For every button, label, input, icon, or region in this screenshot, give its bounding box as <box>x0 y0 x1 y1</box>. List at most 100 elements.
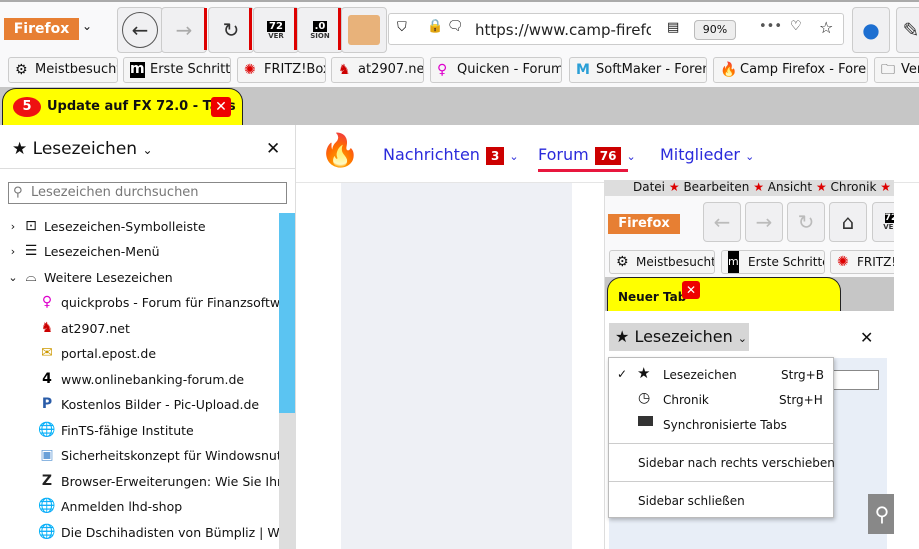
bookmark-fritzbox[interactable]: ✺ FRITZ!Box <box>237 57 326 83</box>
menu-item-move-sidebar[interactable]: Sidebar nach rechts verschieben <box>638 456 835 470</box>
version-button-2[interactable]: .0 SION <box>297 7 343 53</box>
badge: 3 <box>485 147 505 165</box>
bookmark-item[interactable]: Z Browser-Erweiterungen: Wie Sie Ihren <box>0 469 280 494</box>
lock-icon: 🔒 <box>427 19 444 34</box>
firefox-label: Firefox <box>608 214 680 234</box>
shortcut: Strg+H <box>779 393 823 407</box>
bookmark-softmaker[interactable]: M SoftMaker - Foren <box>569 57 707 83</box>
forward-button[interactable]: → <box>161 7 207 53</box>
bookmark-label: Quicken - Forum <box>457 62 562 77</box>
menu-item-synced-tabs[interactable]: Synchronisierte Tabs <box>663 418 787 432</box>
bookmark-label: Ver <box>901 62 919 77</box>
bookmark-item[interactable]: 🌐 Die Dschihadisten von Bümpliz | WOZ <box>0 520 280 545</box>
tray-icon: ⌓ <box>25 269 37 285</box>
bookmark-item[interactable]: P Kostenlos Bilder - Pic-Upload.de <box>0 392 280 417</box>
pocket-icon[interactable]: ♡ <box>790 19 802 34</box>
chevron-down-icon[interactable]: ⌄ <box>82 19 92 33</box>
nav-forum[interactable]: Forum 76 ⌄ <box>538 145 636 165</box>
menu-item-chronik[interactable]: Chronik <box>663 393 709 407</box>
tab-strip: 5 Update auf FX 72.0 - Tabs ✕ <box>0 87 919 125</box>
bookmark: m Erste Schritte <box>721 250 825 274</box>
bookmark-search-input[interactable]: ⚲ Lesezeichen durchsuchen <box>8 182 287 204</box>
pic-upload-icon: P <box>41 396 53 412</box>
bookmark-item[interactable]: 4 www.onlinebanking-forum.de <box>0 367 280 392</box>
sidebar-context-menu: ✓ ★ Lesezeichen Strg+B ◷ Chronik Strg+H … <box>608 357 835 518</box>
bookmark-item[interactable]: 🌐 Anmelden lhd-shop <box>0 494 280 519</box>
folder-row[interactable]: › ☰ Lesezeichen-Menü <box>0 239 280 264</box>
bookmark-label: Kostenlos Bilder - Pic-Upload.de <box>61 397 260 412</box>
reader-view-icon[interactable]: ▤ <box>667 20 679 35</box>
notes-button[interactable]: ✎ <box>896 7 919 53</box>
tab-active[interactable]: 5 Update auf FX 72.0 - Tabs ✕ <box>2 88 243 125</box>
bookmark-label: portal.epost.de <box>61 346 157 361</box>
zoom-level[interactable]: 90% <box>694 20 736 40</box>
checkmark-icon: ✓ <box>617 367 628 381</box>
version-number: .0 <box>312 20 328 32</box>
site-logo[interactable]: 🔥 <box>320 131 360 169</box>
bookmark-label: Sicherheitskonzept für Windowsnutzer <box>61 448 280 463</box>
folder-row[interactable]: › ⊡ Lesezeichen-Symbolleiste <box>0 214 280 239</box>
star-icon: ★ <box>12 139 28 159</box>
shortcut: Strg+B <box>781 368 824 382</box>
navigation-toolbar: Firefox ⌄ ← → ↻ 72 VER .0 SION ⛉ 🔒 🗨 https… <box>0 0 919 55</box>
bookmark-label: Die Dschihadisten von Bümpliz | WOZ <box>61 524 280 540</box>
globe-icon: 🌐 <box>38 523 56 540</box>
scrollbar-thumb[interactable] <box>279 213 295 413</box>
shot-sidebar-switcher: ★ Lesezeichen ⌄ <box>609 323 749 351</box>
close-icon: ✕ <box>860 328 874 347</box>
version-number: 72 <box>267 20 285 32</box>
clock-icon: ◷ <box>638 390 651 406</box>
folder-row[interactable]: ⌄ ⌓ Weitere Lesezeichen <box>0 265 280 290</box>
nav-nachrichten[interactable]: Nachrichten 3 ⌄ <box>383 145 519 165</box>
notes-icon: ✎ <box>902 18 919 42</box>
more-icon[interactable]: ••• <box>759 19 782 34</box>
firefox-menu-button[interactable]: Firefox <box>4 18 79 40</box>
bookmark-item[interactable]: ♀ quickprobs - Forum für Finanzsoftware <box>0 290 280 315</box>
back-button[interactable]: ← <box>117 7 163 53</box>
bookmark-erste-schritte[interactable]: m Erste Schritte <box>123 57 231 83</box>
thunderbird-button[interactable]: ● <box>852 7 890 53</box>
thunderbird-icon: ● <box>862 18 880 42</box>
bookmark-camp-firefox[interactable]: 🔥 Camp Firefox - Foren <box>713 57 868 83</box>
m-icon: m <box>130 61 145 78</box>
bookmark-item[interactable]: ▣ Sicherheitskonzept für Windowsnutzer <box>0 443 280 468</box>
bookmark-folder[interactable]: 🗀 Ver <box>874 57 919 83</box>
star-icon[interactable]: ☆ <box>819 18 833 37</box>
url-bar[interactable]: ⛉ 🔒 🗨 https://www.camp-firefox.de ▤ 90% … <box>388 13 844 45</box>
search-placeholder: Lesezeichen durchsuchen <box>31 185 199 200</box>
sidebar-button[interactable] <box>341 7 387 53</box>
reload-icon: ↻ <box>222 18 240 42</box>
bookmark-item[interactable]: 🌐 FinTS-fähige Institute <box>0 418 280 443</box>
bookmark-quicken[interactable]: ♀ Quicken - Forum <box>430 57 562 83</box>
bookmark-item[interactable]: ♞ at2907.net <box>0 316 280 341</box>
close-sidebar-button[interactable]: ✕ <box>266 139 280 159</box>
epost-icon: ✉ <box>41 345 53 361</box>
bookmark-at2907[interactable]: ♞ at2907.net <box>331 57 424 83</box>
version-button[interactable]: 72 VER <box>253 7 299 53</box>
sidebar-switcher[interactable]: ★ Lesezeichen ⌄ <box>12 139 153 159</box>
separator <box>204 8 207 50</box>
close-tab-button[interactable]: ✕ <box>211 97 231 117</box>
bookmark-label: at2907.net <box>61 320 130 336</box>
nav-mitglieder[interactable]: Mitglieder ⌄ <box>660 145 754 164</box>
globe-icon: 🌐 <box>38 498 56 514</box>
version-label: SION <box>310 31 330 40</box>
folder-label: Lesezeichen-Symbolleiste <box>44 219 206 234</box>
bookmark-meistbesucht[interactable]: ⚙ Meistbesucht <box>8 57 118 83</box>
url-text[interactable]: https://www.camp-firefox.de <box>475 21 651 39</box>
bookmark-item[interactable]: ✉ portal.epost.de <box>0 341 280 366</box>
scrollbar[interactable] <box>279 213 295 549</box>
page-content: 🔥 Nachrichten 3 ⌄ Forum 76 ⌄ Mitglieder ⌄ … <box>296 125 919 549</box>
flame-icon: 🔥 <box>720 62 738 78</box>
badge: 76 <box>594 147 622 165</box>
quicken-icon: ♀ <box>437 62 448 78</box>
bookmarks-toolbar: ⚙ Meistbesucht m Erste Schritte ✺ FRITZ!Box… <box>0 55 919 87</box>
folder-label: Lesezeichen-Menü <box>44 244 160 259</box>
chevron-down-icon: ⌄ <box>142 143 153 157</box>
bookmarks-sidebar: ★ Lesezeichen ⌄ ✕ ⚲ Lesezeichen durchsuch… <box>0 125 296 549</box>
menu-item-close-sidebar[interactable]: Sidebar schließen <box>638 494 745 508</box>
home-icon: ⌂ <box>829 202 867 242</box>
menu-item-lesezeichen[interactable]: Lesezeichen <box>663 368 737 382</box>
bookmark-label: quickprobs - Forum für Finanzsoftware <box>61 295 280 310</box>
reload-button[interactable]: ↻ <box>208 7 254 53</box>
